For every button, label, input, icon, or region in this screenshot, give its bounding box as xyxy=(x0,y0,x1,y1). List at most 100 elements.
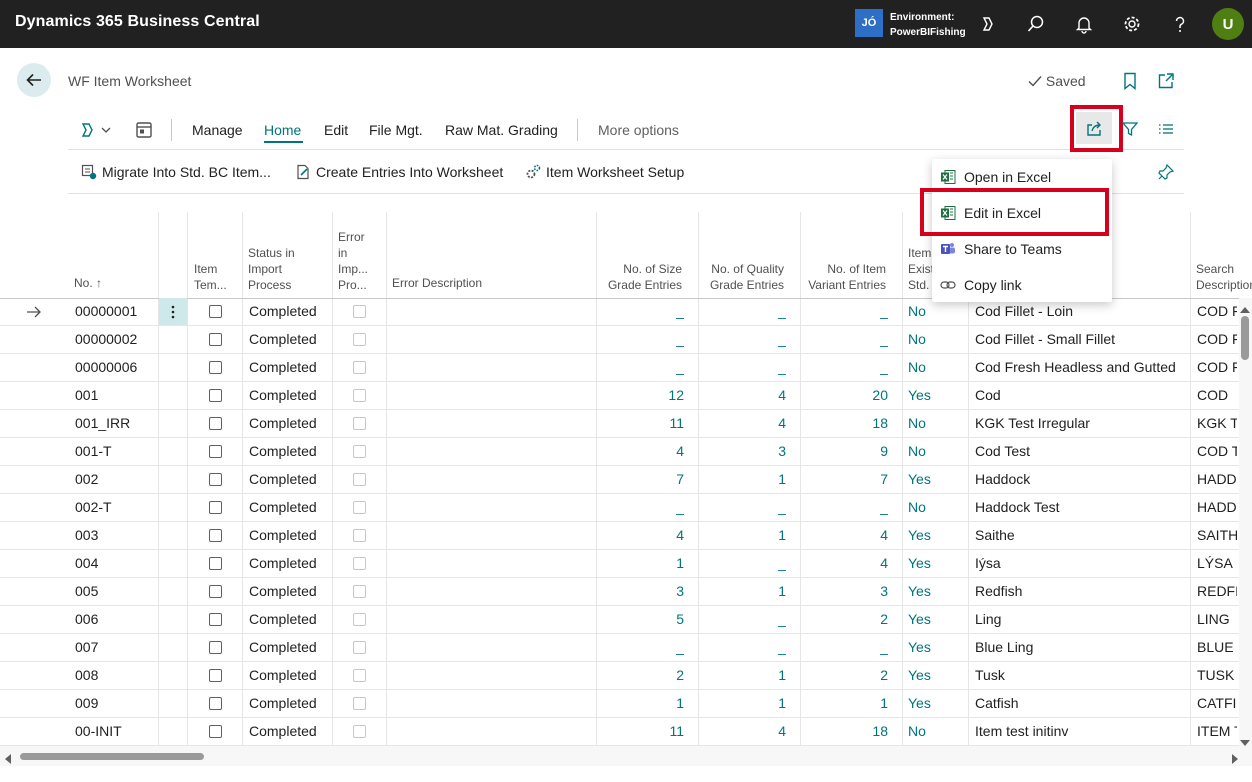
cell-no[interactable]: 00000002 xyxy=(75,326,155,353)
col-header-exist[interactable]: Item Exist Std. xyxy=(908,245,934,293)
col-header-status[interactable]: Status in Import Process xyxy=(248,245,295,293)
cell-no[interactable]: 001 xyxy=(75,382,155,409)
item-template-checkbox[interactable] xyxy=(209,333,222,346)
cell-quality-grade[interactable]: _ xyxy=(702,298,786,325)
item-template-checkbox[interactable] xyxy=(209,529,222,542)
cell-quality-grade[interactable]: _ xyxy=(702,606,786,633)
col-header-item-tem[interactable]: Item Tem... xyxy=(194,261,227,293)
cell-variant[interactable]: 4 xyxy=(804,550,888,577)
item-worksheet-setup-button[interactable]: Item Worksheet Setup xyxy=(525,162,684,182)
cell-quality-grade[interactable]: _ xyxy=(702,634,786,661)
cell-quality-grade[interactable]: 3 xyxy=(702,438,786,465)
cell-size-grade[interactable]: 11 xyxy=(600,718,684,745)
cell-variant[interactable]: 3 xyxy=(804,578,888,605)
col-header-variant[interactable]: No. of Item Variant Entries xyxy=(800,261,886,293)
scroll-up-icon[interactable] xyxy=(1240,301,1250,319)
list-view-icon[interactable] xyxy=(1157,120,1175,143)
action-home[interactable]: Home xyxy=(264,122,301,138)
item-template-checkbox[interactable] xyxy=(209,613,222,626)
item-template-checkbox[interactable] xyxy=(209,445,222,458)
action-manage[interactable]: Manage xyxy=(192,122,243,138)
layout-icon[interactable] xyxy=(135,121,153,144)
app-title[interactable]: Dynamics 365 Business Central xyxy=(15,13,260,31)
item-template-checkbox[interactable] xyxy=(209,361,222,374)
cell-size-grade[interactable]: 4 xyxy=(600,522,684,549)
cell-no[interactable]: 001_IRR xyxy=(75,410,155,437)
action-raw-mat-grading[interactable]: Raw Mat. Grading xyxy=(445,122,558,138)
row-actions-button[interactable] xyxy=(159,298,187,325)
item-template-checkbox[interactable] xyxy=(209,669,222,682)
cell-variant[interactable]: 20 xyxy=(804,382,888,409)
table-row[interactable]: 002 Completed 7 1 7 Yes Haddock HADD xyxy=(0,466,1252,494)
cell-size-grade[interactable]: 12 xyxy=(600,382,684,409)
cell-size-grade[interactable]: 7 xyxy=(600,466,684,493)
cell-size-grade[interactable]: 1 xyxy=(600,550,684,577)
cell-variant[interactable]: 4 xyxy=(804,522,888,549)
search-icon[interactable] xyxy=(1024,12,1048,36)
col-header-search[interactable]: Search Description xyxy=(1196,261,1252,293)
item-template-checkbox[interactable] xyxy=(209,641,222,654)
filter-icon[interactable] xyxy=(1121,120,1139,143)
cell-size-grade[interactable]: _ xyxy=(600,494,684,521)
open-new-window-icon[interactable] xyxy=(1156,71,1176,91)
col-header-error-description[interactable]: Error Description xyxy=(392,275,482,291)
action-edit[interactable]: Edit xyxy=(324,122,348,138)
cell-quality-grade[interactable]: 1 xyxy=(702,578,786,605)
cell-no[interactable]: 002-T xyxy=(75,494,155,521)
cell-variant[interactable]: 1 xyxy=(804,690,888,717)
item-template-checkbox[interactable] xyxy=(209,473,222,486)
table-row[interactable]: 009Completed111YesCatfishCATFIS xyxy=(0,690,1252,718)
pin-icon[interactable] xyxy=(1157,163,1175,186)
cell-size-grade[interactable]: _ xyxy=(600,326,684,353)
cell-variant[interactable]: _ xyxy=(804,634,888,661)
avatar[interactable]: U xyxy=(1212,8,1244,40)
cell-variant[interactable]: 18 xyxy=(804,410,888,437)
cell-variant[interactable]: 2 xyxy=(804,662,888,689)
cell-size-grade[interactable]: _ xyxy=(600,298,684,325)
menu-share-to-teams[interactable]: Share to Teams xyxy=(932,231,1112,267)
table-row[interactable]: 00000006 Completed _ _ _ No Cod Fresh Headless… xyxy=(0,354,1252,382)
table-row[interactable]: 003 Completed 4 1 4 Yes Saithe SAITH xyxy=(0,522,1252,550)
cell-variant[interactable]: 7 xyxy=(804,466,888,493)
item-template-checkbox[interactable] xyxy=(209,585,222,598)
cell-quality-grade[interactable]: _ xyxy=(702,326,786,353)
cell-no[interactable]: 005 xyxy=(75,578,155,605)
cell-no[interactable]: 003 xyxy=(75,522,155,549)
horizontal-scroll-thumb[interactable] xyxy=(20,753,204,760)
item-template-checkbox[interactable] xyxy=(209,697,222,710)
cell-quality-grade[interactable]: 4 xyxy=(702,718,786,745)
cell-size-grade[interactable]: 1 xyxy=(600,690,684,717)
table-row[interactable]: 001 Completed 12 4 20 Yes Cod COD xyxy=(0,382,1252,410)
cell-size-grade[interactable]: _ xyxy=(600,354,684,381)
table-row[interactable]: 001-T Completed 4 3 9 No Cod Test COD T xyxy=(0,438,1252,466)
item-template-checkbox[interactable] xyxy=(209,501,222,514)
environment-info[interactable]: Environment: PowerBIFishing xyxy=(890,10,966,40)
table-row[interactable]: 006 Completed 5 _ 2 Yes Ling LING xyxy=(0,606,1252,634)
scroll-left-icon[interactable] xyxy=(4,751,12,769)
cell-no[interactable]: 001-T xyxy=(75,438,155,465)
cell-size-grade[interactable]: _ xyxy=(600,634,684,661)
menu-copy-link[interactable]: Copy link xyxy=(932,267,1112,303)
col-header-error[interactable]: Error in Imp... Pro... xyxy=(338,229,368,293)
col-header-quality-grade[interactable]: No. of Quality Grade Entries xyxy=(700,261,784,293)
vertical-scrollbar[interactable] xyxy=(1239,298,1252,746)
item-template-checkbox[interactable] xyxy=(209,389,222,402)
cell-no[interactable]: 00000006 xyxy=(75,354,155,381)
environment-badge[interactable]: JÓ xyxy=(855,9,883,37)
scroll-down-icon[interactable] xyxy=(1240,734,1250,752)
cell-size-grade[interactable]: 5 xyxy=(600,606,684,633)
cell-size-grade[interactable]: 2 xyxy=(600,662,684,689)
bell-icon[interactable] xyxy=(1072,12,1096,36)
cell-quality-grade[interactable]: 4 xyxy=(702,410,786,437)
cell-size-grade[interactable]: 11 xyxy=(600,410,684,437)
gear-icon[interactable] xyxy=(1120,12,1144,36)
item-template-checkbox[interactable] xyxy=(209,725,222,738)
cell-variant[interactable]: 18 xyxy=(804,718,888,745)
table-row[interactable]: 00000002 Completed _ _ _ No Cod Fillet - Small… xyxy=(0,326,1252,354)
cell-quality-grade[interactable]: 1 xyxy=(702,662,786,689)
item-template-checkbox[interactable] xyxy=(209,417,222,430)
table-row[interactable]: 008 Completed 2 1 2 Yes Tusk TUSK xyxy=(0,662,1252,690)
cell-quality-grade[interactable]: 1 xyxy=(702,466,786,493)
cell-quality-grade[interactable]: _ xyxy=(702,354,786,381)
vertical-scroll-thumb[interactable] xyxy=(1241,316,1249,360)
